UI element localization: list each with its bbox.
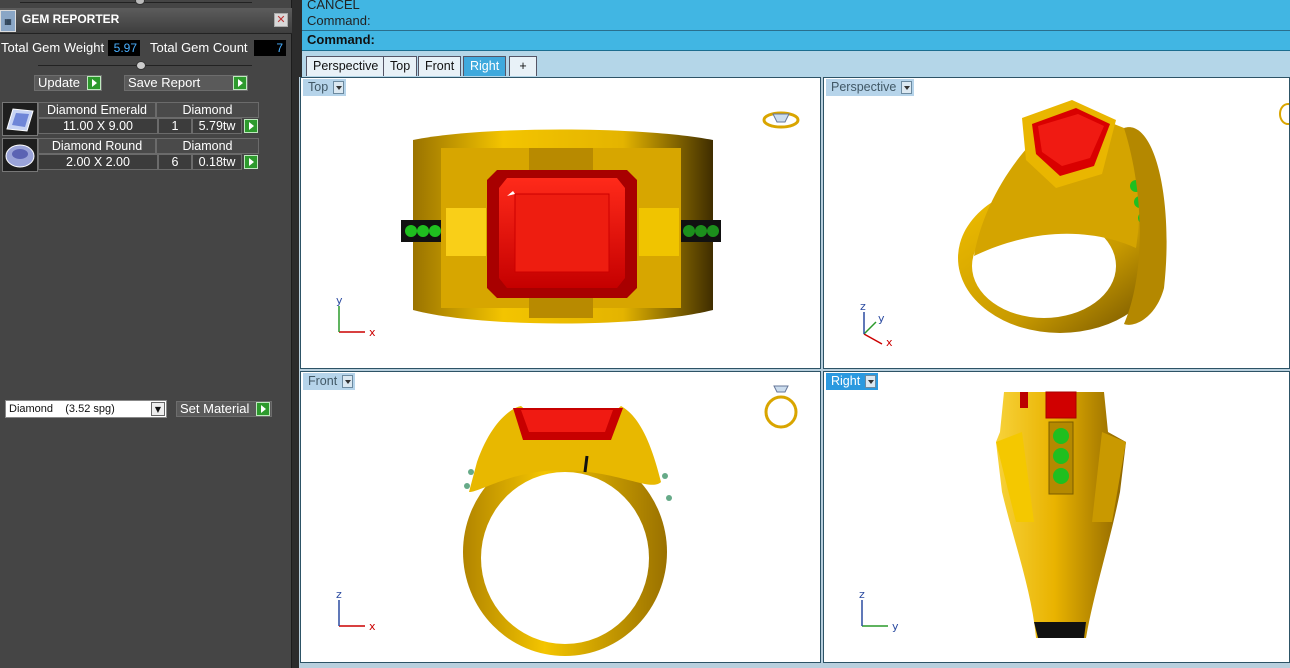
viewport-label-front[interactable]: Front — [303, 373, 356, 390]
close-icon[interactable]: ✕ — [274, 13, 288, 27]
command-prompt-input[interactable]: Command: — [302, 30, 1290, 49]
viewport-top[interactable]: x y Top — [300, 77, 821, 369]
add-tab-button[interactable]: + — [509, 56, 537, 76]
gem-size: 11.00 X 9.00 — [38, 118, 158, 134]
tab-label: Front — [425, 59, 455, 73]
gem-select-go-icon[interactable] — [244, 155, 258, 169]
panel-splitter[interactable] — [38, 61, 252, 70]
gem-qty: 6 — [158, 154, 192, 170]
chevron-down-icon[interactable] — [865, 375, 877, 388]
axis-gizmo: y z — [859, 588, 899, 633]
gem-row[interactable]: Diamond Emerald Diamond 11.00 X 9.00 1 5… — [2, 102, 259, 136]
axis-gizmo: x y — [336, 294, 376, 339]
viewport-perspective[interactable]: x y z Perspective — [823, 77, 1290, 369]
material-select-value: Diamond (3.52 spg) — [9, 403, 115, 415]
axis-x-label: x — [886, 336, 893, 349]
gem-material: Diamond — [156, 102, 259, 118]
viewport-front[interactable]: x z Front — [300, 371, 821, 663]
axis-z-label: z — [860, 300, 866, 313]
total-weight-value: 5.97 — [108, 40, 140, 56]
viewport-title: Perspective — [831, 80, 897, 94]
gem-material: Diamond — [156, 138, 259, 154]
gem-name: Diamond Round — [38, 138, 156, 154]
viewport-tab-bar: Perspective Top Front Right + — [302, 51, 1290, 77]
total-count-value: 7 — [254, 40, 286, 56]
set-material-go-icon[interactable] — [256, 402, 270, 416]
axis-y-label: y — [336, 294, 343, 307]
command-area: CANCEL Command: Command: — [302, 0, 1290, 51]
update-label: Update — [38, 75, 80, 90]
panel-title: GEM REPORTER — [22, 12, 120, 26]
gem-reporter-panel: ▦ GEM REPORTER ✕ Total Gem Weight 5.97 T… — [0, 0, 292, 668]
axis-z-label: z — [336, 588, 342, 601]
panel-header: ▦ GEM REPORTER ✕ — [0, 8, 292, 34]
material-select[interactable]: Diamond (3.52 spg) ▼ — [5, 400, 167, 418]
tab-front[interactable]: Front — [418, 56, 462, 76]
gem-qty: 1 — [158, 118, 192, 134]
ring-thumbnail-icon — [762, 111, 800, 129]
update-go-icon[interactable] — [87, 76, 101, 90]
tab-right[interactable]: Right — [463, 56, 507, 76]
viewport-title: Front — [308, 374, 338, 388]
ring-front-view: x z — [336, 385, 798, 656]
axis-x-label: x — [369, 620, 376, 633]
plus-icon: + — [519, 59, 527, 73]
tab-perspective[interactable]: Perspective — [306, 56, 386, 76]
axis-x-label: x — [369, 326, 376, 339]
total-count-label: Total Gem Count — [150, 40, 248, 55]
gem-reporter-app-icon: ▦ — [0, 10, 16, 32]
tab-label: Right — [470, 59, 500, 73]
viewport-label-perspective[interactable]: Perspective — [826, 79, 915, 96]
axis-y-label: y — [892, 620, 899, 633]
ring-right-view: y z — [859, 391, 1126, 638]
viewport-right[interactable]: y z Right — [823, 371, 1290, 663]
gem-name: Diamond Emerald — [38, 102, 156, 118]
chevron-down-icon[interactable]: ▼ — [151, 402, 165, 416]
gem-row[interactable]: Diamond Round Diamond 2.00 X 2.00 6 0.18… — [2, 138, 259, 172]
save-report-go-icon[interactable] — [233, 76, 247, 90]
save-report-button[interactable]: Save Report — [124, 75, 248, 91]
total-weight-label: Total Gem Weight — [1, 40, 105, 55]
gem-select-go-icon[interactable] — [244, 119, 258, 133]
emerald-cut-gem-icon — [2, 102, 38, 136]
command-history-line: CANCEL — [307, 0, 360, 12]
side-emerald-row — [1053, 428, 1069, 484]
axis-gizmo: x y z — [860, 300, 893, 349]
tab-label: Perspective — [313, 59, 379, 73]
gem-weight: 0.18tw — [192, 154, 242, 170]
axis-gizmo: x z — [336, 588, 376, 633]
panel-top-slider[interactable] — [0, 0, 292, 8]
chevron-down-icon[interactable] — [901, 81, 913, 94]
ring-thumbnail-icon — [764, 385, 798, 429]
chevron-down-icon[interactable] — [342, 375, 354, 388]
gem-size: 2.00 X 2.00 — [38, 154, 158, 170]
viewport-grid: x y Top x y z Perspective x z Front y z … — [299, 77, 1290, 668]
ring-perspective-view: x y z — [860, 100, 1289, 349]
viewport-title: Right — [831, 374, 861, 388]
gem-weight: 5.79tw — [192, 118, 242, 134]
round-cut-gem-icon — [2, 138, 38, 172]
axis-z-label: z — [859, 588, 865, 601]
viewport-label-top[interactable]: Top — [303, 79, 347, 96]
viewport-label-right[interactable]: Right — [826, 373, 879, 390]
command-prompt-label: Command: — [307, 32, 375, 47]
tab-label: Top — [390, 59, 411, 73]
axis-y-label: y — [878, 312, 885, 325]
save-report-label: Save Report — [128, 75, 201, 90]
viewport-title: Top — [308, 80, 329, 94]
command-history-line: Command: — [307, 13, 371, 28]
chevron-down-icon[interactable] — [333, 81, 345, 94]
tab-top[interactable]: Top — [383, 56, 418, 76]
set-material-label: Set Material — [180, 401, 250, 416]
ring-top-view: x y — [336, 111, 800, 339]
